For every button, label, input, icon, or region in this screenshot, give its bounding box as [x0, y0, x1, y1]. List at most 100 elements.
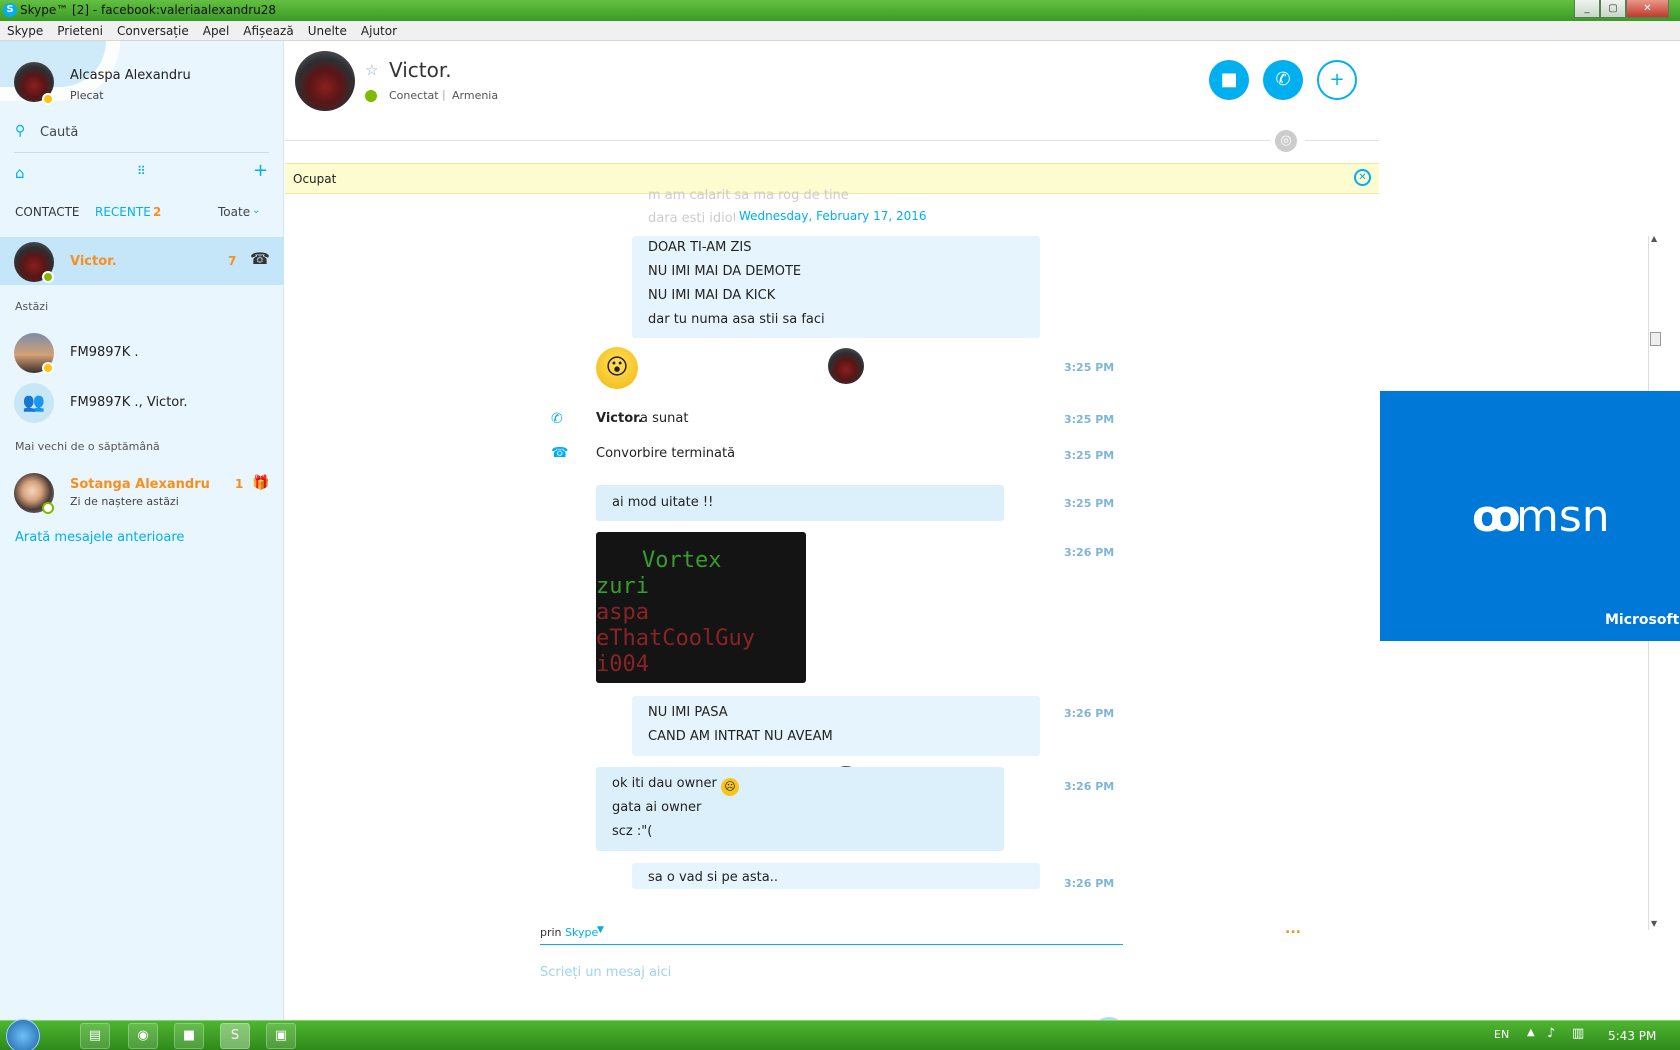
- microsoft-label: Microsoft: [1605, 612, 1680, 628]
- contact-status: Conectat: [389, 89, 439, 102]
- call-ended-icon: ☎: [551, 445, 569, 461]
- tab-recent[interactable]: RECENTE: [95, 205, 151, 219]
- menu-prieteni[interactable]: Prieteni: [50, 21, 110, 38]
- skype-logo-icon: S: [3, 3, 17, 17]
- hangup-icon: ☎: [250, 249, 270, 268]
- phone-icon: ✆: [551, 411, 563, 427]
- menu-afiseaza[interactable]: Afișează: [236, 21, 300, 38]
- tab-contacts[interactable]: CONTACTE: [15, 205, 80, 219]
- window-taskbar-icon[interactable]: ▣: [266, 1023, 296, 1049]
- message-line: dar tu numa asa stii sa faci: [648, 312, 825, 327]
- message-input[interactable]: Scrieți un mesaj aici: [540, 965, 671, 980]
- message-bubble: ok iti dau owner ☹ gata ai owner scz :"(: [596, 767, 1004, 851]
- section-older: Mai vechi de o săptămână: [15, 440, 160, 453]
- scroll-thumb[interactable]: [1650, 332, 1661, 346]
- message-line: sa o vad si pe asta..: [648, 870, 778, 885]
- close-window-button[interactable]: ✕: [1626, 0, 1669, 18]
- sender-avatar[interactable]: [828, 348, 864, 384]
- minimize-button[interactable]: _: [1574, 0, 1600, 18]
- message-line: ok iti dau owner: [612, 776, 717, 791]
- home-icon[interactable]: ⌂: [15, 164, 25, 182]
- header-divider: [285, 140, 1270, 141]
- gift-icon: 🎁: [252, 475, 270, 491]
- message-line: ai mod uitate !!: [612, 495, 714, 510]
- audio-call-button[interactable]: ✆: [1263, 60, 1303, 100]
- volume-icon[interactable]: ♪: [1547, 1026, 1555, 1041]
- message-line: NU IMI MAI DA DEMOTE: [648, 264, 802, 279]
- image-text: aspa: [596, 600, 649, 625]
- dialpad-icon[interactable]: ⠿: [137, 164, 146, 178]
- recent-item-group[interactable]: FM9897K ., Victor.: [70, 395, 188, 410]
- menu-conversatie[interactable]: Conversație: [110, 21, 196, 38]
- birthday-text: Zi de naștere astăzi: [70, 495, 179, 508]
- search-divider: [14, 152, 269, 153]
- caller-name: Victor.: [596, 411, 643, 426]
- profile-name[interactable]: Alcaspa Alexandru: [70, 68, 191, 83]
- call-ended-text: Convorbire terminată: [596, 446, 736, 461]
- scroll-up-icon[interactable]: ▲: [1651, 234, 1657, 243]
- message-line: scz :"(: [612, 824, 653, 839]
- filter-dropdown[interactable]: Toate: [218, 205, 250, 219]
- message-line: DOAR TI-AM ZIS: [648, 240, 752, 255]
- skype-taskbar-icon[interactable]: S: [220, 1023, 250, 1049]
- message-bubble: sa o vad si pe asta..: [632, 863, 1040, 889]
- show-older-messages-link[interactable]: Arată mesajele anterioare: [15, 530, 184, 545]
- recent-item-fm[interactable]: FM9897K .: [70, 345, 139, 360]
- contact-location: Armenia: [452, 89, 499, 102]
- explorer-taskbar-icon[interactable]: ▤: [80, 1023, 110, 1049]
- menu-skype[interactable]: Skype: [0, 21, 50, 38]
- contact-name[interactable]: Victor.: [389, 58, 452, 82]
- more-options-button[interactable]: ...: [1285, 921, 1301, 937]
- scroll-down-icon[interactable]: ▼: [1651, 919, 1657, 928]
- image-text: Vortex: [642, 548, 722, 573]
- message-line: gata ai owner: [612, 800, 702, 815]
- close-notice-icon[interactable]: ✕: [1354, 169, 1371, 186]
- online-status-icon: [42, 271, 54, 283]
- profile-status[interactable]: Plecat: [70, 89, 104, 102]
- recent-item-sotanga[interactable]: Sotanga Alexandru: [70, 477, 210, 492]
- group-icon[interactable]: 👥: [14, 383, 54, 423]
- start-button[interactable]: [6, 1019, 40, 1050]
- message-fade: [285, 889, 1363, 911]
- online-status-icon: [365, 90, 377, 102]
- menu-bar: Skype Prieteni Conversație Apel Afișează Unel…: [0, 21, 1680, 41]
- maximize-button[interactable]: ▢: [1600, 0, 1626, 18]
- chrome-taskbar-icon[interactable]: ◉: [128, 1023, 158, 1049]
- menu-apel[interactable]: Apel: [196, 21, 237, 38]
- via-service-dropdown[interactable]: Skype: [565, 926, 598, 939]
- msn-brand: msn: [1516, 491, 1610, 542]
- message-time: 3:26 PM: [1064, 707, 1115, 720]
- video-call-button[interactable]: ■: [1209, 60, 1249, 100]
- menu-ajutor[interactable]: Ajutor: [354, 21, 404, 38]
- msn-ad[interactable]: ꝏ msn Microsoft: [1380, 391, 1680, 641]
- image-text: zuri: [596, 574, 649, 599]
- add-icon[interactable]: +: [253, 160, 268, 181]
- favorite-star-icon[interactable]: ☆: [365, 61, 378, 79]
- menu-unelte[interactable]: Unelte: [301, 21, 354, 38]
- search-input[interactable]: Caută: [40, 125, 78, 140]
- recent-count-badge: 2: [153, 205, 162, 219]
- message-line: NU IMI MAI DA KICK: [648, 288, 776, 303]
- recent-item-victor[interactable]: Victor. 7 ☎: [0, 237, 284, 285]
- minecraft-taskbar-icon[interactable]: ■: [174, 1023, 204, 1049]
- chevron-down-icon[interactable]: ▼: [597, 925, 604, 935]
- contact-avatar[interactable]: [295, 51, 355, 111]
- composer-divider: [540, 944, 1123, 945]
- message-time: 3:25 PM: [1064, 449, 1115, 462]
- title-bar: S Skype™ [2] - facebook:valeriaalexandru…: [0, 0, 1680, 21]
- shared-image[interactable]: Vortex zuri aspa eThatCoolGuy i004: [596, 532, 806, 683]
- network-icon[interactable]: ▥: [1572, 1026, 1584, 1041]
- message-line: CAND AM INTRAT NU AVEAM: [648, 729, 833, 744]
- tray-arrow-icon[interactable]: ▲: [1527, 1027, 1535, 1038]
- message-bubble: DOAR TI-AM ZIS NU IMI MAI DA DEMOTE NU I…: [632, 236, 1040, 338]
- chevron-down-icon[interactable]: ⌄: [252, 205, 260, 216]
- clock[interactable]: 5:43 PM: [1608, 1029, 1656, 1043]
- sidebar: Alcaspa Alexandru Plecat ⚲ Caută ⌂ ⠿ + C…: [0, 41, 284, 1020]
- globe-icon[interactable]: ◎: [1275, 130, 1297, 152]
- language-indicator[interactable]: EN: [1494, 1028, 1509, 1041]
- surprised-emoticon-icon: 😮: [596, 347, 638, 389]
- date-separator: Wednesday, February 17, 2016: [735, 209, 931, 223]
- image-text: eThatCoolGuy: [596, 626, 755, 651]
- status-separator: |: [442, 88, 446, 101]
- add-people-button[interactable]: +: [1317, 60, 1357, 100]
